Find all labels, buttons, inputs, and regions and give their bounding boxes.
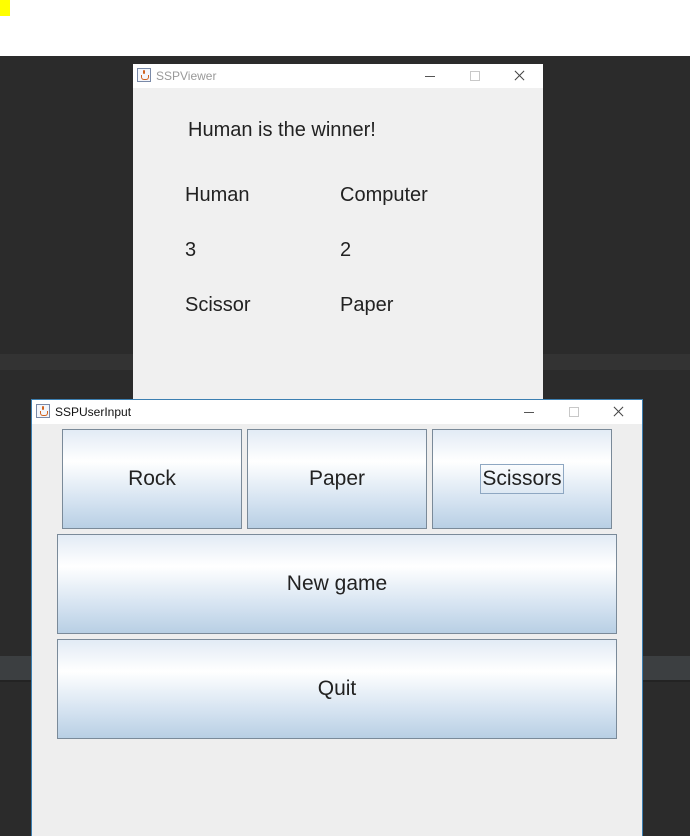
ssp-viewer-window: SSPViewer Human is the winner! Human Com…: [133, 64, 543, 404]
minimize-icon: [524, 412, 534, 413]
minimize-icon: [425, 76, 435, 77]
viewer-minimize-button[interactable]: [407, 64, 452, 88]
human-score: 3: [185, 239, 197, 261]
rock-button[interactable]: Rock: [62, 429, 242, 529]
java-app-icon: [36, 404, 50, 418]
computer-score: 2: [340, 239, 352, 261]
yellow-marker: [0, 0, 10, 16]
scissors-button-label: Scissors: [480, 464, 564, 494]
paper-button[interactable]: Paper: [247, 429, 427, 529]
viewer-titlebar[interactable]: SSPViewer: [133, 64, 543, 88]
viewer-close-button[interactable]: [497, 64, 542, 88]
input-close-button[interactable]: [596, 400, 641, 424]
paper-button-label: Paper: [308, 467, 366, 490]
computer-header: Computer: [340, 184, 428, 206]
quit-button[interactable]: Quit: [57, 639, 617, 739]
ssp-user-input-window: SSPUserInput Rock Paper Scissors New gam…: [31, 399, 643, 836]
maximize-icon: [470, 71, 480, 81]
screen-top-area: [0, 0, 690, 56]
computer-choice: Paper: [340, 294, 394, 316]
java-app-icon: [137, 68, 151, 82]
input-minimize-button[interactable]: [506, 400, 551, 424]
rock-button-label: Rock: [128, 467, 176, 490]
new-game-button-label: New game: [286, 572, 388, 595]
input-maximize-button[interactable]: [551, 400, 596, 424]
human-choice: Scissor: [185, 294, 251, 316]
input-window-title: SSPUserInput: [55, 405, 132, 419]
input-titlebar[interactable]: SSPUserInput: [32, 400, 642, 424]
scissors-button[interactable]: Scissors: [432, 429, 612, 529]
viewer-maximize-button[interactable]: [452, 64, 497, 88]
maximize-icon: [569, 407, 579, 417]
new-game-button[interactable]: New game: [57, 534, 617, 634]
result-text: Human is the winner!: [188, 119, 376, 141]
viewer-window-title: SSPViewer: [156, 69, 217, 83]
human-header: Human: [185, 184, 250, 206]
quit-button-label: Quit: [317, 677, 357, 700]
